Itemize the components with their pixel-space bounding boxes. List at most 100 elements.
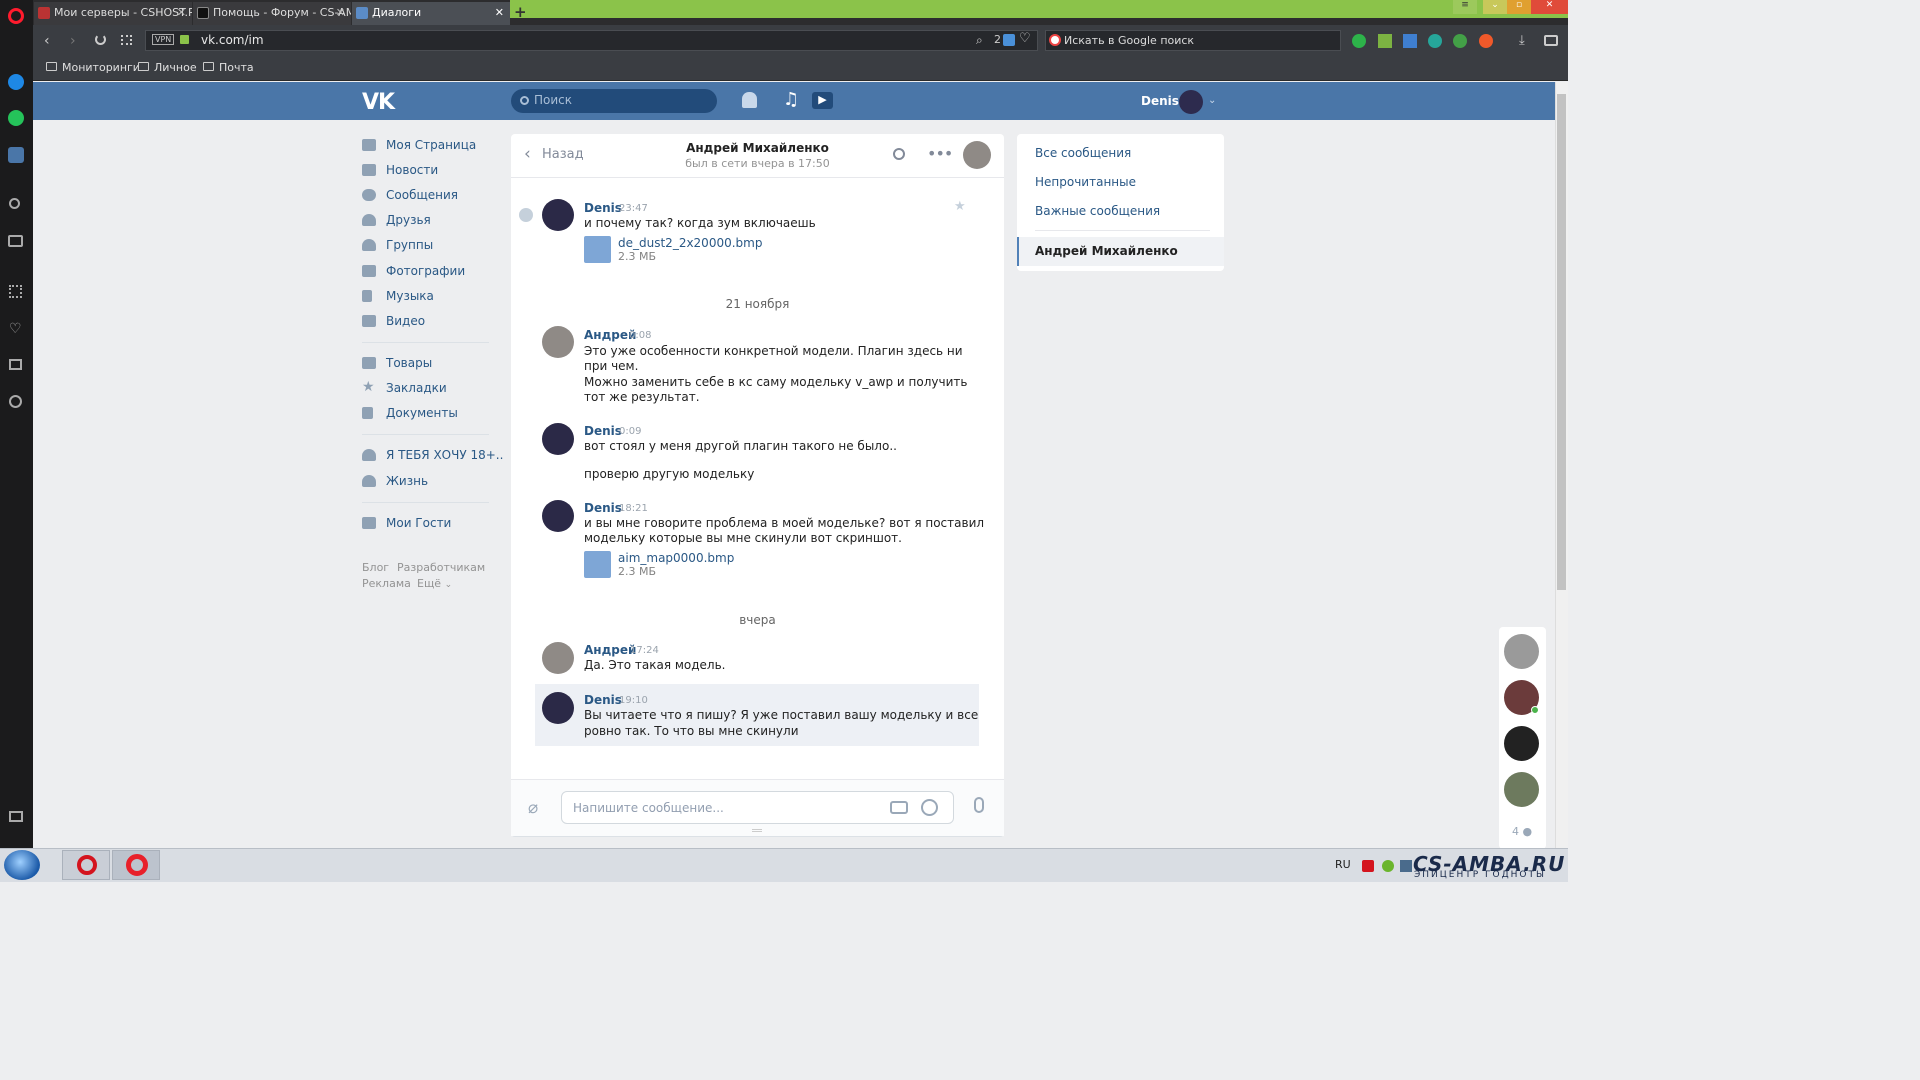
green-extension-icon[interactable] bbox=[1453, 34, 1467, 48]
message-time[interactable]: 17:24 bbox=[630, 645, 659, 656]
message-author[interactable]: Denis bbox=[584, 501, 622, 515]
tabs-grid-icon[interactable] bbox=[121, 35, 132, 45]
music-note-icon[interactable]: ♫ bbox=[783, 89, 799, 110]
search-icon[interactable] bbox=[9, 198, 20, 209]
speed-dial-icon[interactable] bbox=[9, 285, 22, 298]
taskbar-app-opera-active[interactable] bbox=[112, 850, 160, 880]
nav-group-life[interactable]: Жизнь bbox=[362, 474, 428, 492]
microphone-icon[interactable] bbox=[974, 797, 984, 813]
camera-icon[interactable] bbox=[8, 235, 23, 247]
bookmark-personal[interactable]: Личное bbox=[138, 61, 197, 74]
nav-goods[interactable]: Товары bbox=[362, 356, 432, 374]
image-file-icon[interactable] bbox=[584, 551, 611, 578]
footer-dev-link[interactable]: Разработчикам bbox=[397, 561, 485, 574]
snapshot-icon[interactable] bbox=[1544, 35, 1558, 46]
tray-opera-icon[interactable] bbox=[1362, 860, 1374, 872]
scrollbar-thumb[interactable] bbox=[1557, 94, 1566, 590]
avatar[interactable] bbox=[542, 199, 574, 231]
message-time[interactable]: 18:21 bbox=[619, 503, 648, 514]
history-icon[interactable] bbox=[9, 395, 22, 408]
avatar[interactable] bbox=[542, 642, 574, 674]
google-search-input[interactable]: Искать в Google поиск bbox=[1045, 30, 1341, 51]
whatsapp-icon[interactable] bbox=[8, 110, 24, 126]
windows-start-icon[interactable] bbox=[4, 850, 40, 880]
new-tab-button[interactable]: + bbox=[514, 3, 527, 21]
close-tab-icon[interactable]: ✕ bbox=[495, 6, 504, 19]
resize-handle-icon[interactable] bbox=[752, 829, 762, 832]
close-tab-icon[interactable]: ✕ bbox=[336, 6, 345, 19]
tab-cshost[interactable]: Мои серверы - CSHOST.R ✕ bbox=[34, 2, 192, 25]
emoji-smile-icon[interactable] bbox=[921, 799, 938, 816]
chevron-down-icon[interactable]: ⌄ bbox=[1208, 95, 1216, 106]
maximize-icon[interactable]: ▫ bbox=[1507, 0, 1531, 14]
translate-extension-icon[interactable] bbox=[1403, 34, 1417, 48]
nav-bookmarks[interactable]: ★ Закладки bbox=[362, 379, 447, 399]
vk-search-input[interactable]: Поиск bbox=[511, 89, 717, 113]
play-icon[interactable]: ▶ bbox=[812, 92, 833, 109]
nav-my-guests[interactable]: Мои Гости bbox=[362, 516, 451, 534]
message-author[interactable]: Denis bbox=[584, 693, 622, 707]
nav-messages[interactable]: Сообщения bbox=[362, 188, 458, 206]
close-tab-icon[interactable]: ✕ bbox=[177, 6, 186, 19]
avatar[interactable] bbox=[542, 423, 574, 455]
nav-photos[interactable]: Фотографии bbox=[362, 264, 465, 282]
nav-documents[interactable]: Документы bbox=[362, 406, 458, 424]
message-author[interactable]: Denis bbox=[584, 424, 622, 438]
url-text[interactable]: vk.com/im bbox=[201, 33, 264, 47]
message-author[interactable]: Denis bbox=[584, 201, 622, 215]
tray-network-icon[interactable] bbox=[1400, 860, 1412, 872]
chat-bubble-avatar[interactable] bbox=[1504, 634, 1539, 669]
user-name[interactable]: Denis bbox=[1141, 94, 1179, 108]
peer-avatar[interactable] bbox=[963, 141, 991, 169]
vpn-badge[interactable]: VPN bbox=[152, 34, 175, 45]
tray-extension-icon[interactable] bbox=[1382, 860, 1394, 872]
nav-news[interactable]: Новости bbox=[362, 163, 438, 181]
map-extension-icon[interactable] bbox=[1428, 34, 1442, 48]
image-file-icon[interactable] bbox=[584, 236, 611, 263]
star-icon[interactable]: ★ bbox=[954, 199, 966, 214]
opera-logo-icon[interactable] bbox=[8, 8, 24, 24]
extension-count[interactable]: 2 bbox=[994, 33, 1001, 46]
tab-dialogs[interactable]: Диалоги ✕ bbox=[352, 2, 510, 25]
footer-ads-link[interactable]: Реклама bbox=[362, 577, 411, 590]
nav-video[interactable]: Видео bbox=[362, 314, 425, 332]
zoom-icon[interactable]: ⌕ bbox=[976, 33, 983, 48]
vk-logo[interactable]: VK bbox=[362, 90, 395, 115]
avatar[interactable] bbox=[542, 692, 574, 724]
attach-paperclip-icon[interactable]: ⌀ bbox=[528, 798, 538, 818]
active-dialog-label[interactable]: Андрей Михайленко bbox=[1035, 244, 1178, 258]
notifications-bell-icon[interactable] bbox=[742, 92, 757, 108]
nav-group-18[interactable]: Я ТЕБЯ ХОЧУ 18+.. bbox=[362, 448, 503, 466]
message-time[interactable]: 23:47 bbox=[619, 203, 648, 214]
tab-forum[interactable]: Помощь - Форум - CS-AM ✕ bbox=[193, 2, 351, 25]
heart-icon[interactable]: ♡ bbox=[1019, 31, 1031, 46]
taskbar-app-opera[interactable] bbox=[62, 850, 110, 880]
camera-icon[interactable] bbox=[890, 801, 908, 814]
nav-music[interactable]: Музыка bbox=[362, 289, 434, 307]
search-icon[interactable] bbox=[893, 148, 905, 160]
message-time[interactable]: 0:08 bbox=[629, 330, 651, 341]
shield-icon[interactable] bbox=[1003, 34, 1015, 46]
filter-unread[interactable]: Непрочитанные bbox=[1035, 175, 1136, 189]
downloads-icon[interactable]: ⤓ bbox=[1519, 33, 1525, 48]
user-avatar[interactable] bbox=[1179, 90, 1203, 114]
message-time[interactable]: 0:09 bbox=[619, 426, 641, 437]
more-actions-icon[interactable]: ••• bbox=[927, 144, 953, 163]
check-extension-icon[interactable] bbox=[1352, 34, 1366, 48]
orange-extension-icon[interactable] bbox=[1479, 34, 1493, 48]
message-time[interactable]: 19:10 bbox=[619, 695, 648, 706]
attachment-name[interactable]: de_dust2_2x20000.bmp bbox=[618, 236, 762, 250]
chat-bubble-avatar[interactable] bbox=[1504, 726, 1539, 761]
back-nav-icon[interactable]: ‹ bbox=[44, 33, 50, 49]
sidebar-toggle-icon[interactable] bbox=[9, 811, 23, 822]
messenger-icon[interactable] bbox=[8, 74, 24, 90]
selected-check-icon[interactable] bbox=[519, 208, 533, 222]
menu-icon[interactable]: ≡ bbox=[1453, 0, 1477, 14]
lock-icon[interactable] bbox=[180, 35, 189, 44]
close-window-icon[interactable]: ✕ bbox=[1531, 0, 1568, 14]
address-input[interactable]: VPN vk.com/im ⌕ 2 ♡ bbox=[145, 30, 1038, 51]
avatar[interactable] bbox=[542, 500, 574, 532]
chat-bubble-avatar[interactable] bbox=[1504, 772, 1539, 807]
footer-more-link[interactable]: Ещё ⌄ bbox=[417, 577, 452, 590]
news-icon[interactable] bbox=[9, 359, 22, 370]
